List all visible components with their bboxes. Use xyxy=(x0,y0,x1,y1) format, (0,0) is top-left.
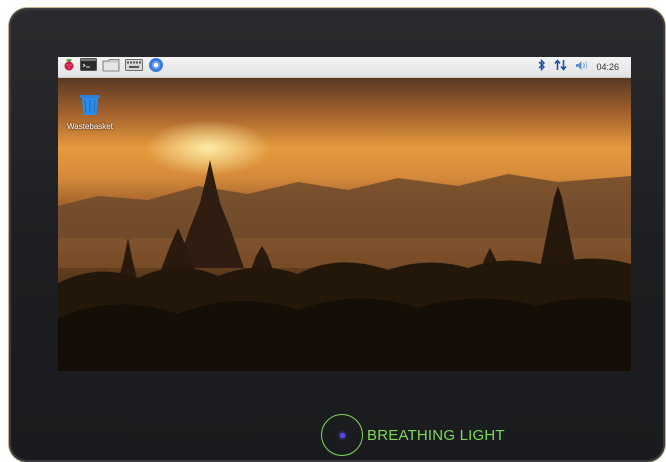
desktop-wallpaper: Wastebasket xyxy=(58,78,631,371)
wastebasket-label: Wastebasket xyxy=(67,122,113,131)
breathing-light-led xyxy=(340,433,345,438)
raspberry-menu-icon[interactable] xyxy=(63,58,75,77)
keyboard-icon[interactable] xyxy=(125,58,143,76)
bluetooth-icon[interactable] xyxy=(538,58,546,76)
breathing-light-label: BREATHING LIGHT xyxy=(367,427,505,444)
browser-icon[interactable] xyxy=(148,57,164,78)
wallpaper-landscape xyxy=(58,160,631,371)
file-manager-icon[interactable] xyxy=(102,58,120,77)
launcher-icons xyxy=(58,57,164,78)
network-icon[interactable] xyxy=(554,58,568,76)
breathing-light-ring xyxy=(321,414,363,456)
taskbar-clock[interactable]: 04:26 xyxy=(596,62,619,72)
desktop-screen: 04:26 Wastebasket xyxy=(58,57,631,371)
system-tray: 04:26 xyxy=(538,58,631,76)
taskbar: 04:26 xyxy=(58,57,631,78)
wastebasket-icon xyxy=(80,95,100,115)
terminal-icon[interactable] xyxy=(80,58,97,76)
wastebasket-shortcut[interactable]: Wastebasket xyxy=(67,94,113,131)
volume-icon[interactable] xyxy=(575,58,588,76)
